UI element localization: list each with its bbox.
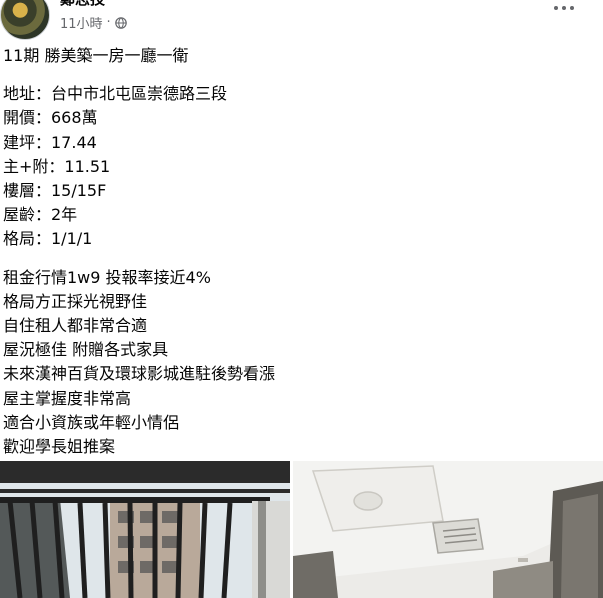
highlight-line: 屋主掌握度非常高 [3, 388, 132, 408]
globe-icon [114, 16, 127, 29]
more-options-icon [554, 6, 558, 10]
highlight-line: 屋況極佳 附贈各式家具 [3, 340, 169, 360]
detail-line: 格局：1/1/1 [3, 229, 93, 249]
balcony-railing-image [0, 461, 290, 598]
photo-balcony[interactable] [0, 461, 290, 598]
post-photos [0, 461, 603, 598]
post-avatar[interactable] [0, 0, 50, 40]
ceiling-room-image [293, 461, 603, 598]
detail-line: 主+附：11.51 [3, 156, 111, 176]
post-title: 11期 勝美築一房一廳一衛 [3, 46, 189, 65]
post-body: 11期 勝美築一房一廳一衛 地址：台中市北屯區崇德路三段 開價：668萬 建坪：… [3, 44, 593, 459]
post-meta: 11小時 · [60, 13, 127, 32]
detail-line: 樓層：15/15F [3, 181, 107, 201]
detail-line: 地址：台中市北屯區崇德路三段 [3, 84, 228, 104]
post-timestamp[interactable]: 11小時 [60, 13, 103, 32]
highlight-line: 歡迎學長姐推案 [3, 437, 116, 457]
highlight-line: 未來漢神百貨及環球影城進駐後勢看漲 [3, 364, 276, 384]
detail-line: 開價：668萬 [3, 108, 98, 128]
more-options-button[interactable] [546, 0, 582, 20]
meta-separator: · [106, 15, 111, 30]
highlight-line: 自住租人都非常合適 [3, 316, 148, 336]
detail-line: 屋齡：2年 [3, 205, 78, 225]
post-author[interactable]: 鄭志技 [60, 0, 105, 9]
highlight-line: 租金行情1w9 投報率接近4% [3, 267, 211, 287]
highlight-line: 格局方正採光視野佳 [3, 291, 148, 311]
detail-line: 建坪：17.44 [3, 132, 97, 152]
photo-ceiling[interactable] [293, 461, 603, 598]
highlight-line: 適合小資族或年輕小情侶 [3, 412, 180, 432]
